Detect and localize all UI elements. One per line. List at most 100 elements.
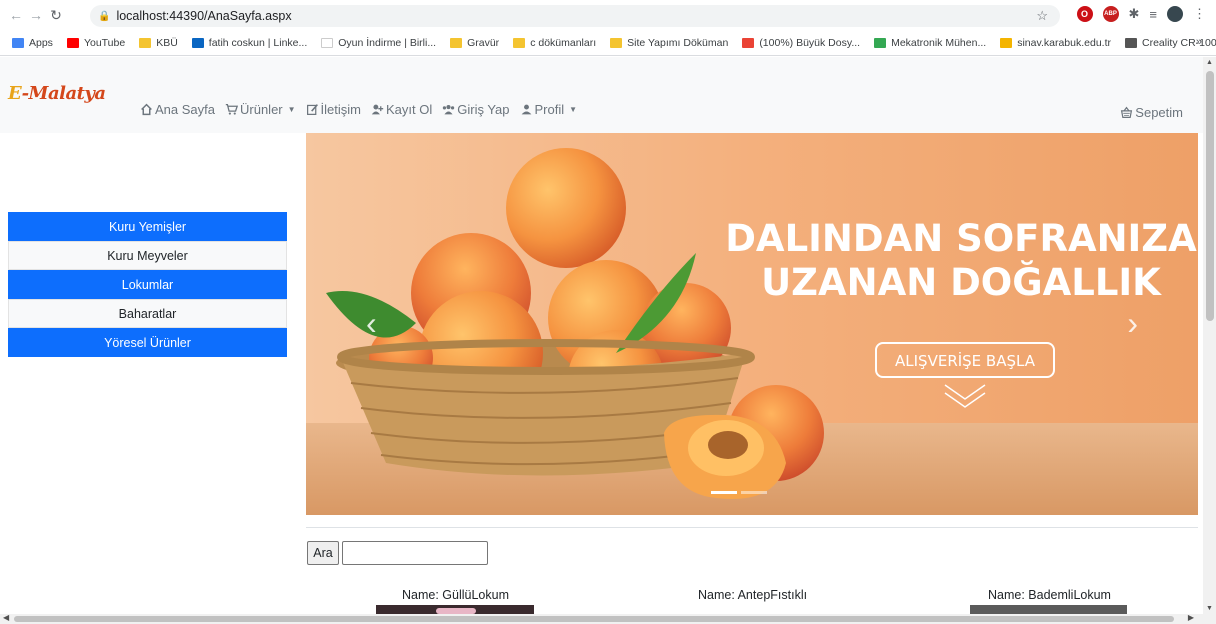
scroll-left-icon[interactable]: ◀ [3, 613, 9, 622]
product-image-1[interactable] [376, 605, 534, 614]
nav-item-home[interactable]: Ana Sayfa [140, 102, 215, 117]
nav-item-user[interactable]: Profil ▼ [520, 102, 578, 117]
bookmark-label: (100%) Büyük Dosy... [759, 36, 861, 49]
reading-list-icon[interactable]: ≡ [1149, 7, 1157, 22]
address-bar[interactable]: 🔒 localhost:44390/AnaSayfa.aspx ☆ [90, 5, 1060, 27]
bookmark-label: Gravür [467, 36, 500, 49]
bookmark-icon [513, 37, 526, 48]
section-divider [306, 527, 1198, 528]
bookmark-item[interactable]: Oyun İndirme | Birli... [321, 37, 436, 49]
bookmark-label: Mekatronik Mühen... [891, 36, 987, 49]
page-content: E-Malatya Ana Sayfa Ürünler ▼ İletişim Kayıt… [0, 57, 1203, 614]
bookmark-label: sinav.karabuk.edu.tr [1017, 36, 1111, 49]
scroll-right-icon[interactable]: ▶ [1188, 613, 1194, 622]
nav-item-contact[interactable]: İletişim [306, 102, 361, 117]
bookmark-label: Site Yapımı Döküman [627, 36, 729, 49]
bookmarks-more-icon[interactable]: » [1196, 36, 1202, 48]
horizontal-scrollbar[interactable]: ◀ ▶ [0, 613, 1216, 624]
bookmark-item[interactable]: c dökümanları [513, 37, 596, 49]
nav-item-user-plus[interactable]: Kayıt Ol [371, 102, 432, 117]
caret-down-icon: ▼ [287, 105, 296, 114]
nav-item-label: Ana Sayfa [155, 102, 215, 117]
search-button[interactable]: Ara [307, 541, 339, 565]
site-navbar: E-Malatya Ana Sayfa Ürünler ▼ İletişim Kayıt… [0, 57, 1203, 133]
users-icon [443, 105, 455, 115]
bookmark-item[interactable]: sinav.karabuk.edu.tr [1000, 37, 1111, 49]
nav-item-cart[interactable]: Ürünler ▼ [225, 102, 296, 117]
bookmark-label: Creality CR-100 3D... [1142, 36, 1216, 49]
browser-toolbar: ← → ↻ 🔒 localhost:44390/AnaSayfa.aspx ☆ … [0, 0, 1216, 30]
home-icon [141, 103, 152, 116]
vertical-scrollbar[interactable]: ▲ ▼ [1203, 57, 1216, 614]
carousel-prev-icon[interactable]: ‹ [366, 305, 377, 342]
bookmark-item[interactable]: YouTube [66, 36, 126, 49]
bookmark-icon [1125, 37, 1137, 48]
bookmark-item[interactable]: (100%) Büyük Dosy... [742, 37, 860, 49]
cart-link[interactable]: Sepetim [1120, 105, 1183, 120]
bookmark-label: KBÜ [156, 36, 178, 49]
carousel-slide: DALINDAN SOFRANIZA UZANAN DOĞALLIK ALIŞV… [306, 133, 1198, 515]
back-icon[interactable]: ← [6, 7, 26, 23]
bookmark-icon [139, 37, 152, 48]
bookmark-icon [874, 37, 887, 48]
product-image-3[interactable] [970, 605, 1127, 614]
carousel-indicator-2[interactable] [741, 491, 767, 494]
user-plus-icon [371, 104, 384, 115]
adblock-icon[interactable]: ABP [1102, 6, 1119, 22]
hero-carousel[interactable]: DALINDAN SOFRANIZA UZANAN DOĞALLIK ALIŞV… [306, 133, 1198, 515]
product-name-2: Name: AntepFıstıklı [698, 588, 808, 602]
bookmark-icon [450, 37, 463, 48]
scroll-thumb[interactable] [1206, 71, 1214, 321]
bookmark-item[interactable]: Gravür [450, 37, 499, 49]
bookmark-icon [1000, 37, 1013, 48]
nav-item-label: Profil [534, 102, 565, 117]
sidebar-category-item[interactable]: Baharatlar [8, 299, 287, 328]
nav-item-users[interactable]: Giriş Yap [442, 102, 510, 117]
forward-icon[interactable]: → [26, 7, 46, 23]
carousel-indicator-1[interactable] [711, 491, 737, 494]
bookmark-icon [321, 37, 334, 48]
sidebar-category-item[interactable]: Kuru Meyveler [8, 241, 287, 270]
menu-dots-icon[interactable]: ⋮ [1193, 6, 1206, 22]
bookmark-item[interactable]: Site Yapımı Döküman [610, 37, 728, 49]
scroll-up-icon[interactable]: ▲ [1206, 59, 1213, 66]
user-icon [521, 104, 531, 115]
nav-item-label: Ürünler [240, 102, 283, 117]
sidebar-category-item[interactable]: Kuru Yemişler [8, 212, 287, 241]
bookmark-label: YouTube [83, 36, 126, 49]
lock-icon: 🔒 [98, 10, 111, 22]
bookmark-item[interactable]: Creality CR-100 3D... [1125, 37, 1216, 49]
horizontal-scroll-thumb[interactable] [14, 616, 1174, 622]
search-input[interactable] [342, 541, 488, 565]
product-name-1: Name: GüllüLokum [402, 588, 509, 602]
bookmark-icon [742, 37, 755, 48]
brand-logo[interactable]: E-Malatya [8, 83, 106, 104]
bookmark-label: Apps [29, 36, 53, 49]
bookmark-item[interactable]: Mekatronik Mühen... [874, 37, 986, 49]
sidebar-category-item[interactable]: Yöresel Ürünler [8, 328, 287, 357]
carousel-next-icon[interactable]: › [1127, 305, 1138, 342]
puzzle-icon[interactable]: ✱ [1129, 6, 1140, 22]
extensions-bar: O ABP ✱ ≡ ⋮ [1076, 6, 1206, 22]
profile-avatar-icon[interactable] [1167, 6, 1183, 22]
bookmark-item[interactable]: KBÜ [139, 37, 178, 49]
basket-icon [1121, 106, 1133, 118]
sidebar-category-item[interactable]: Lokumlar [8, 270, 287, 299]
nav-item-label: İletişim [320, 102, 361, 117]
reload-icon[interactable]: ↻ [46, 7, 66, 24]
bookmark-icon [610, 37, 623, 48]
cart-label: Sepetim [1135, 105, 1183, 120]
caret-down-icon: ▼ [569, 105, 578, 114]
cart-icon [225, 103, 238, 115]
bookmark-icon [66, 37, 79, 48]
product-name-3: Name: BademliLokum [988, 588, 1111, 602]
opera-icon[interactable]: O [1076, 6, 1093, 22]
slide-headline-2: UZANAN DOĞALLIK [761, 260, 1162, 304]
main-menu: Ana Sayfa Ürünler ▼ İletişim Kayıt Ol Giriş Y… [140, 102, 577, 117]
bookmark-item[interactable]: fatih coskun | Linke... [191, 37, 307, 49]
bookmark-item[interactable]: Apps [12, 37, 53, 49]
bookmarks-bar: Apps YouTube KBÜ fatih coskun | Linke... Oyu… [0, 30, 1216, 56]
star-icon[interactable]: ☆ [1036, 8, 1048, 24]
bookmark-label: c dökümanları [530, 36, 597, 49]
scroll-down-icon[interactable]: ▼ [1206, 605, 1213, 612]
